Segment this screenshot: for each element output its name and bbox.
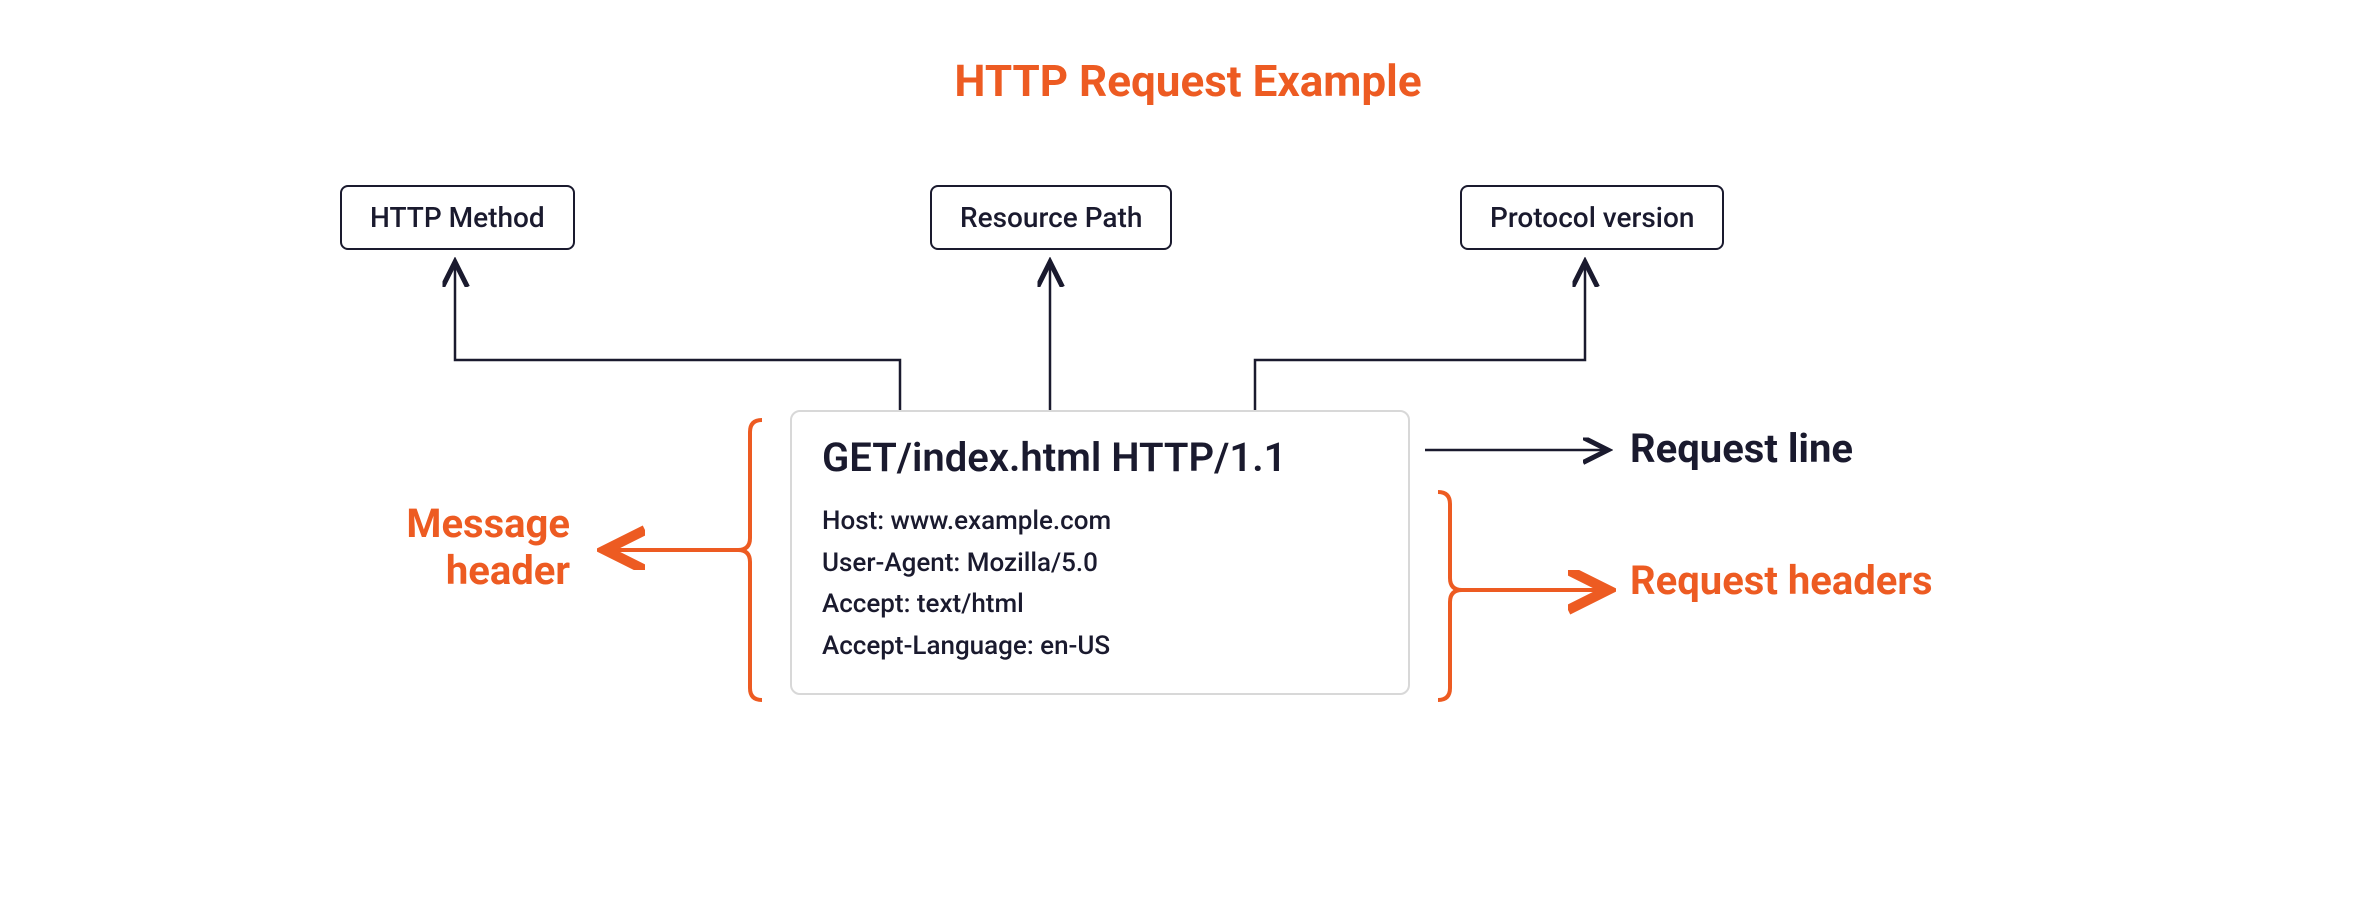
- request-line-text: GET/index.html HTTP/1.1: [822, 434, 1378, 481]
- header-host: Host: www.example.com: [822, 501, 1378, 543]
- arrow-to-protocol: [1255, 262, 1585, 410]
- header-accept: Accept: text/html: [822, 584, 1378, 626]
- message-header-annotation: Message header: [290, 500, 570, 594]
- http-method-label: HTTP Method: [370, 201, 545, 234]
- header-accept-language: Accept-Language: en-US: [822, 626, 1378, 668]
- protocol-version-label: Protocol version: [1490, 201, 1694, 234]
- request-headers-annotation: Request headers: [1630, 555, 1933, 607]
- bracket-request-headers: [1438, 492, 1462, 700]
- header-user-agent: User-Agent: Mozilla/5.0: [822, 543, 1378, 585]
- request-line-annotation: Request line: [1630, 425, 1853, 472]
- diagram-title: HTTP Request Example: [954, 55, 1421, 107]
- protocol-version-label-box: Protocol version: [1460, 185, 1724, 250]
- http-request-box: GET/index.html HTTP/1.1 Host: www.exampl…: [790, 410, 1410, 695]
- resource-path-label: Resource Path: [960, 201, 1142, 234]
- http-method-label-box: HTTP Method: [340, 185, 575, 250]
- arrow-to-method: [455, 262, 900, 410]
- bracket-message-header: [738, 420, 762, 700]
- resource-path-label-box: Resource Path: [930, 185, 1172, 250]
